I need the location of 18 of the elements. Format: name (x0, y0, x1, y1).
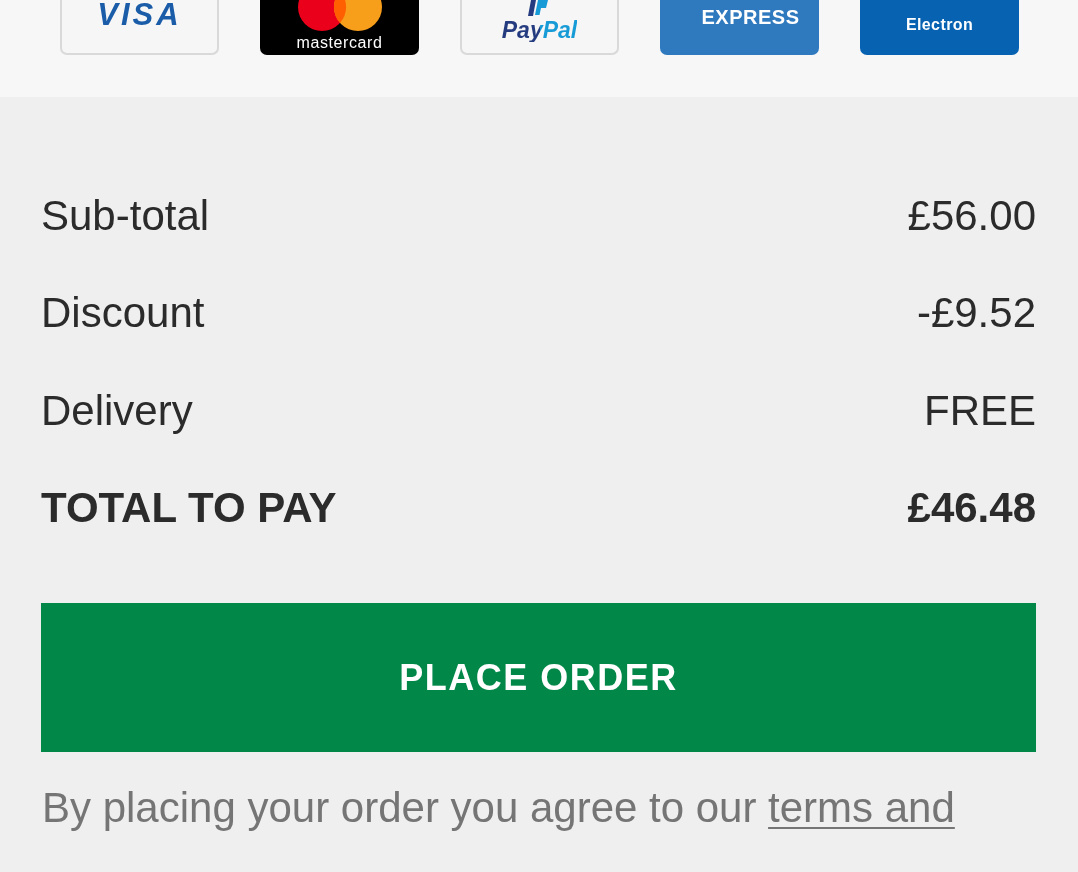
logo-text: mastercard (296, 35, 383, 51)
logo-text: Electron (905, 17, 974, 33)
summary-label: Discount (41, 288, 205, 339)
summary-label: Delivery (41, 385, 193, 436)
summary-value: FREE (924, 385, 1036, 436)
summary-value: -£9.52 (916, 288, 1036, 339)
logo-text: VISA (97, 0, 182, 30)
total-value: £46.48 (907, 483, 1036, 534)
p-mark-icon (527, 0, 548, 18)
total-label: TOTAL TO PAY (41, 483, 337, 534)
summary-label: Sub-total (41, 190, 210, 241)
overlapping-circles-icon (297, 0, 382, 31)
summary-value: £56.00 (907, 190, 1036, 241)
logo-text: PayPal (501, 19, 578, 42)
terms-note: By placing your order you agree to our terms and (42, 783, 956, 833)
logo-text: EXPRESS (701, 7, 800, 27)
place-order-button[interactable]: PLACE ORDER (41, 603, 1036, 752)
terms-link[interactable]: terms and (768, 784, 955, 831)
